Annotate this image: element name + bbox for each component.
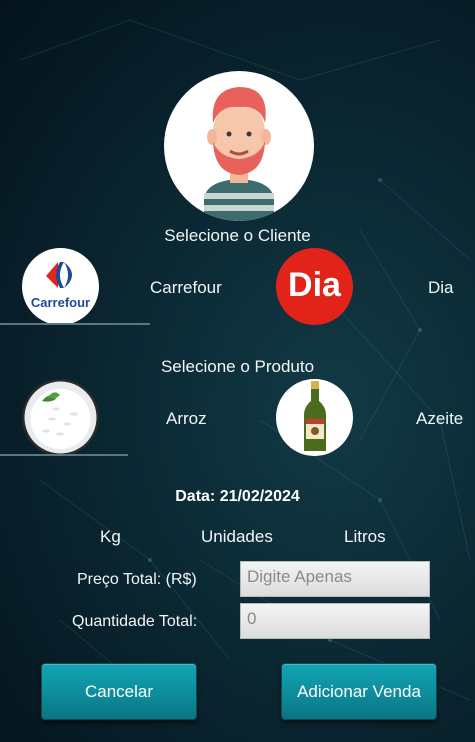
- client-underline: [0, 323, 150, 325]
- bearded-man-avatar-icon: [204, 87, 274, 221]
- olive-oil-image[interactable]: [276, 379, 353, 456]
- carrefour-logo[interactable]: Carrefour: [22, 248, 99, 325]
- dia-logo[interactable]: Dia: [276, 248, 353, 325]
- rice-image[interactable]: [22, 379, 99, 456]
- unit-option-unidades[interactable]: Unidades: [201, 527, 273, 547]
- product-section-title: Selecione o Produto: [160, 357, 315, 376]
- avatar[interactable]: [164, 71, 314, 221]
- olive-oil-bottle-icon: [304, 381, 326, 451]
- unit-option-litros[interactable]: Litros: [344, 527, 386, 547]
- cancel-button[interactable]: Cancelar: [41, 663, 197, 720]
- client-label-carrefour[interactable]: Carrefour: [150, 278, 222, 298]
- product-label-azeite[interactable]: Azeite: [416, 409, 463, 429]
- price-input[interactable]: Digite Apenas: [240, 561, 430, 597]
- product-label-arroz[interactable]: Arroz: [166, 409, 207, 429]
- carrefour-icon: [46, 262, 72, 288]
- client-section-title: Selecione o Cliente: [164, 226, 311, 245]
- client-label-dia[interactable]: Dia: [428, 278, 454, 298]
- date-text: Data: 21/02/2024: [175, 488, 300, 505]
- unit-option-kg[interactable]: Kg: [100, 527, 121, 547]
- quantity-label: Quantidade Total:: [72, 613, 198, 630]
- carrefour-logo-text: Carrefour: [30, 295, 91, 310]
- add-sale-button[interactable]: Adicionar Venda: [281, 663, 437, 720]
- dia-logo-text: Dia: [288, 266, 341, 304]
- product-underline: [0, 454, 128, 456]
- rice-bowl-icon: [24, 381, 97, 454]
- price-label: Preço Total: (R$): [77, 571, 197, 588]
- quantity-input[interactable]: 0: [240, 603, 430, 639]
